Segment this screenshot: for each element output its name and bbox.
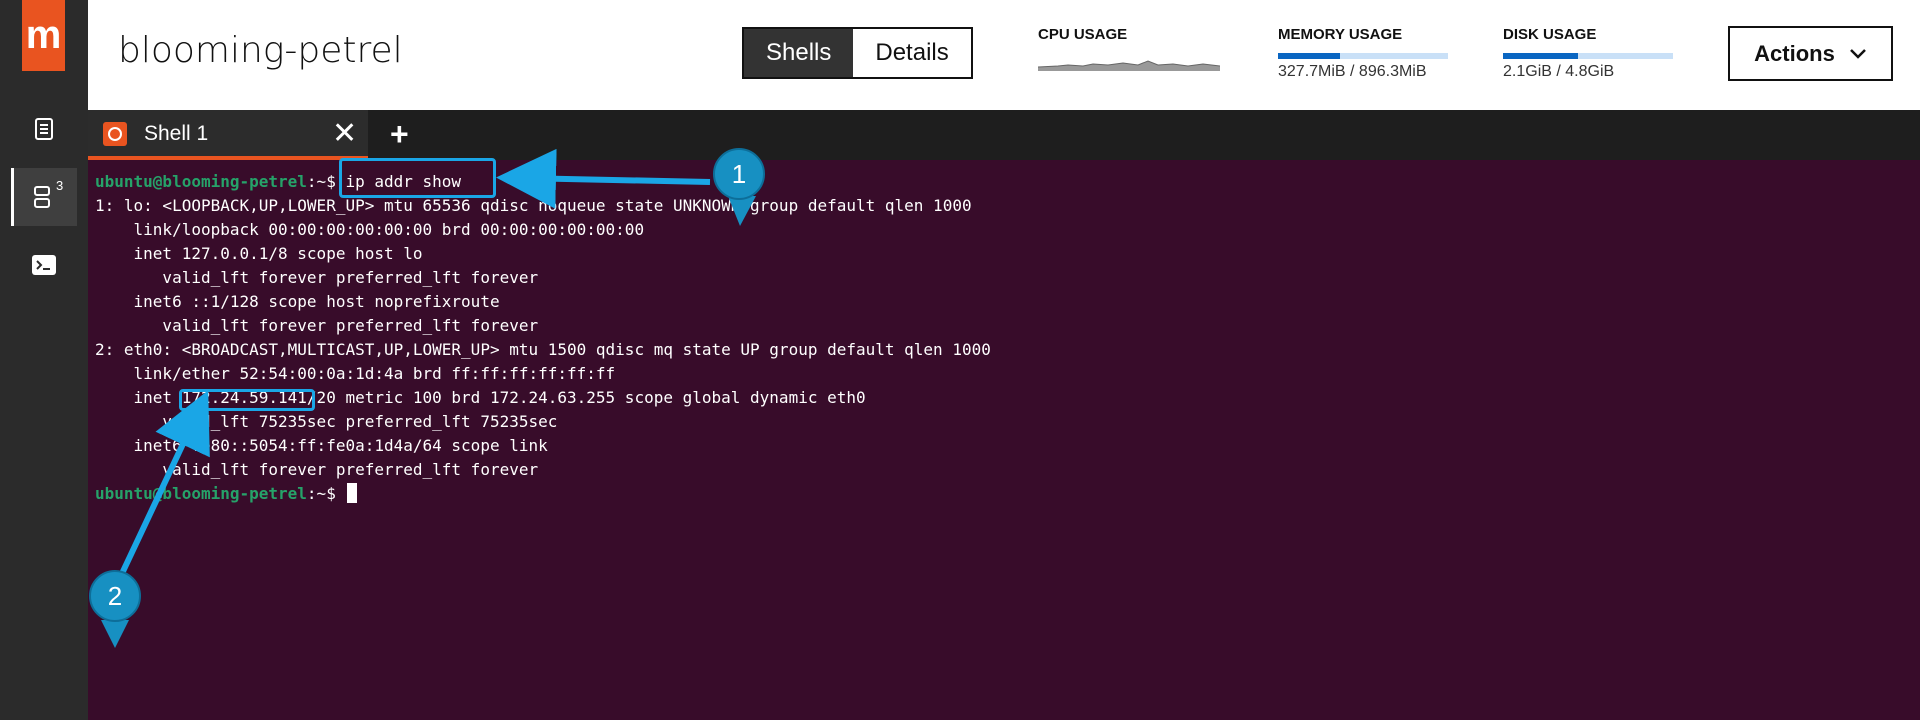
ip-address-highlight-box — [179, 389, 315, 411]
view-switcher: Shells Details — [742, 27, 973, 79]
disk-usage-title: DISK USAGE — [1503, 26, 1597, 43]
memory-usage-metric: MEMORY USAGE 327.7MiB / 896.3MiB — [1278, 26, 1448, 81]
prompt-user: ubuntu@blooming-petrel — [95, 484, 307, 503]
disk-usage-value: 2.1GiB / 4.8GiB — [1503, 63, 1615, 80]
prompt-user: ubuntu@blooming-petrel — [95, 172, 307, 191]
disk-usage-metric: DISK USAGE 2.1GiB / 4.8GiB — [1503, 26, 1673, 81]
memory-usage-value: 327.7MiB / 896.3MiB — [1278, 63, 1427, 80]
terminal-output[interactable]: ubuntu@blooming-petrel:~$ ip addr show 1… — [88, 160, 1920, 720]
add-shell-button[interactable]: + — [390, 116, 409, 153]
close-icon[interactable]: ✕ — [332, 116, 357, 151]
shell-tab-bar: Shell 1 ✕ + — [88, 110, 1920, 160]
disk-usage-fill — [1503, 53, 1578, 59]
memory-usage-bar — [1278, 53, 1448, 59]
prompt-line: ubuntu@blooming-petrel:~$ — [95, 482, 1920, 506]
shell-tab[interactable]: Shell 1 ✕ — [88, 110, 368, 160]
terminal-icon — [32, 255, 56, 275]
catalogue-nav-button[interactable] — [11, 100, 77, 158]
output-line: inet6 ::1/128 scope host noprefixroute — [95, 292, 500, 311]
output-line: valid_lft forever preferred_lft forever — [95, 268, 539, 287]
callout-2: 2 — [89, 570, 141, 622]
prompt-suffix: :~$ — [306, 484, 346, 503]
output-line: 2: eth0: <BROADCAST,MULTICAST,UP,LOWER_U… — [95, 340, 991, 359]
instances-nav-button[interactable]: 3 — [11, 168, 77, 226]
instance-name: blooming-petrel — [118, 30, 403, 71]
cpu-usage-title: CPU USAGE — [1038, 26, 1128, 43]
cpu-sparkline — [1037, 60, 1221, 71]
memory-usage-title: MEMORY USAGE — [1278, 26, 1403, 43]
notebook-icon — [35, 118, 53, 140]
memory-usage-fill — [1278, 53, 1341, 59]
details-tab-button[interactable]: Details — [853, 29, 971, 77]
ubuntu-icon — [103, 122, 127, 146]
cpu-usage-metric: CPU USAGE — [1037, 26, 1221, 76]
multipass-logo[interactable]: m — [22, 0, 65, 71]
output-line: valid_lft forever preferred_lft forever — [95, 316, 539, 335]
command-highlight-box — [339, 158, 496, 198]
output-line: valid_lft 75235sec preferred_lft 75235se… — [95, 412, 558, 431]
actions-label: Actions — [1754, 40, 1835, 66]
instance-header: blooming-petrel Shells Details CPU USAGE… — [88, 0, 1920, 110]
output-line: inet6 fe80::5054:ff:fe0a:1d4a/64 scope l… — [95, 436, 548, 455]
terminal-cursor — [347, 483, 358, 503]
instances-icon — [33, 186, 50, 208]
terminal-nav-button[interactable] — [11, 236, 77, 294]
chevron-down-icon — [1849, 48, 1866, 59]
output-line: inet 127.0.0.1/8 scope host lo — [95, 244, 423, 263]
instances-count-badge: 3 — [56, 178, 64, 193]
actions-dropdown-button[interactable]: Actions — [1728, 26, 1893, 81]
output-line: link/loopback 00:00:00:00:00:00 brd 00:0… — [95, 220, 645, 239]
shell-tab-label: Shell 1 — [144, 122, 209, 145]
disk-usage-bar — [1503, 53, 1673, 59]
shells-tab-button[interactable]: Shells — [744, 29, 854, 77]
output-line: link/ether 52:54:00:0a:1d:4a brd ff:ff:f… — [95, 364, 616, 383]
output-line: valid_lft forever preferred_lft forever — [95, 460, 539, 479]
side-rail: m 3 — [0, 0, 88, 720]
callout-1: 1 — [713, 148, 765, 200]
output-line: inet 172.24.59.141/20 metric 100 brd 172… — [95, 388, 866, 407]
